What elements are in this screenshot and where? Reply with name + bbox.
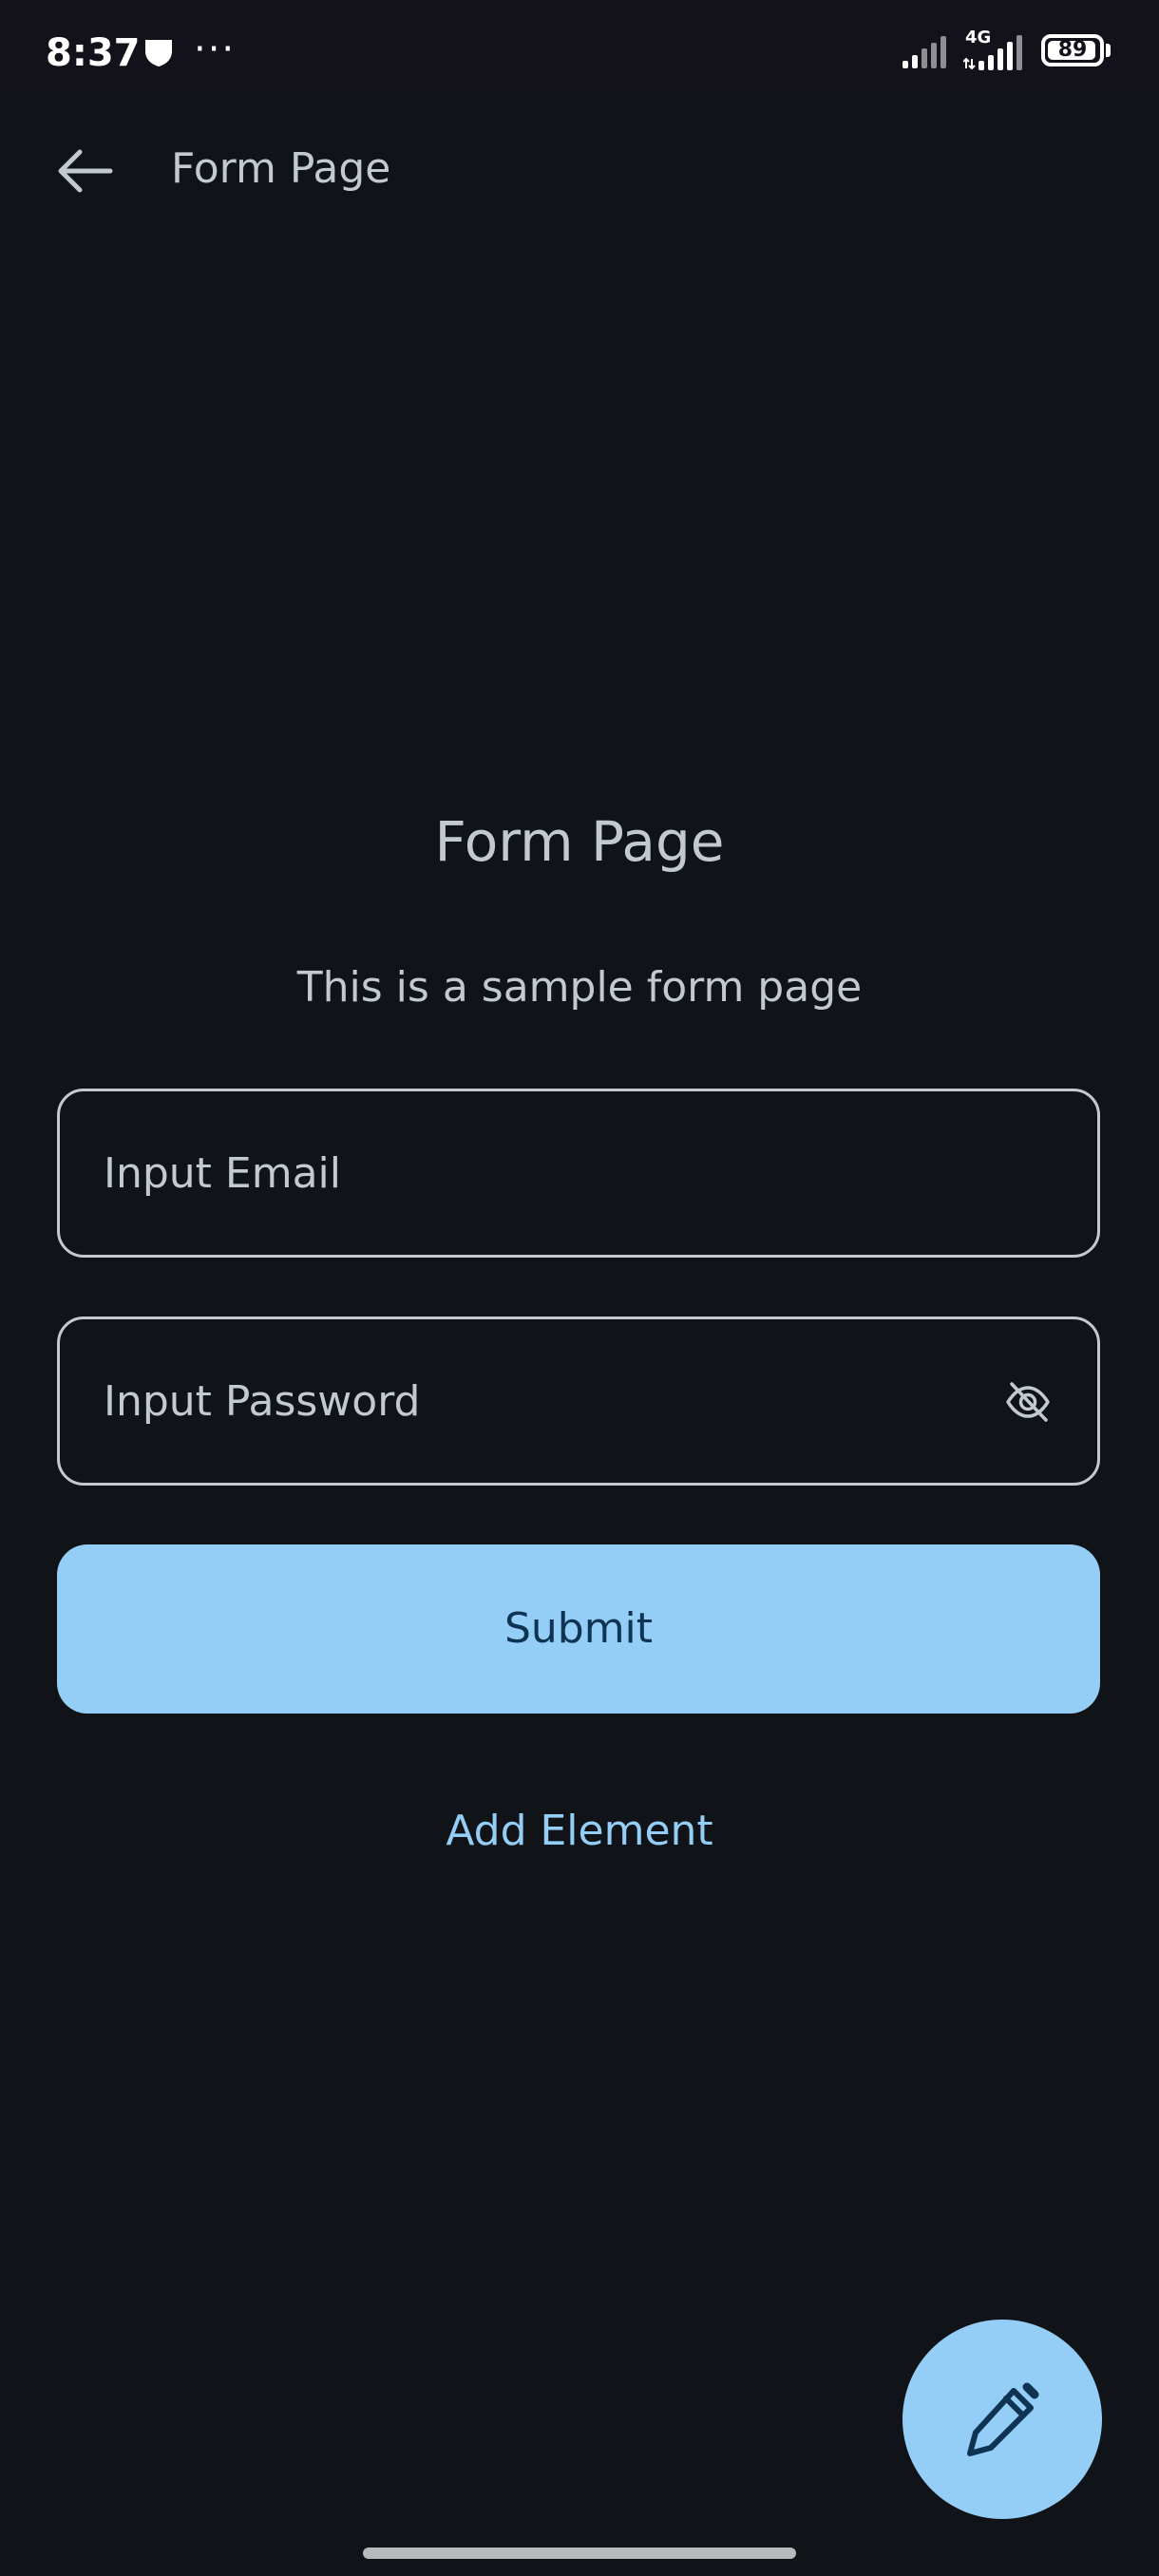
submit-button[interactable]: Submit [57, 1544, 1100, 1714]
shield-icon [145, 40, 172, 66]
app-bar-title: Form Page [171, 144, 391, 193]
signal-icon [902, 36, 946, 68]
back-button[interactable] [53, 142, 116, 199]
more-dots-icon: ··· [194, 28, 237, 71]
email-field[interactable] [57, 1089, 1100, 1258]
password-field[interactable] [57, 1316, 1100, 1486]
pencil-icon [967, 2382, 1039, 2456]
battery-level: 89 [1057, 38, 1088, 62]
signal-4g-icon [963, 35, 1022, 70]
password-input[interactable] [104, 1319, 959, 1483]
page-title: Form Page [434, 809, 725, 874]
battery-icon: 89 [1041, 34, 1104, 66]
page-subtitle: This is a sample form page [296, 963, 863, 1012]
eye-off-icon[interactable] [1004, 1378, 1052, 1426]
status-bar: 8:37 ··· 4G 89 [0, 0, 1159, 95]
add-element-button[interactable]: Add Element [0, 1803, 1159, 1860]
edit-fab[interactable] [902, 2320, 1102, 2519]
home-indicator[interactable] [363, 2548, 796, 2559]
status-time: 8:37 [46, 31, 141, 75]
email-input[interactable] [104, 1091, 959, 1255]
arrow-left-icon [58, 149, 113, 193]
battery-tip [1106, 44, 1111, 57]
